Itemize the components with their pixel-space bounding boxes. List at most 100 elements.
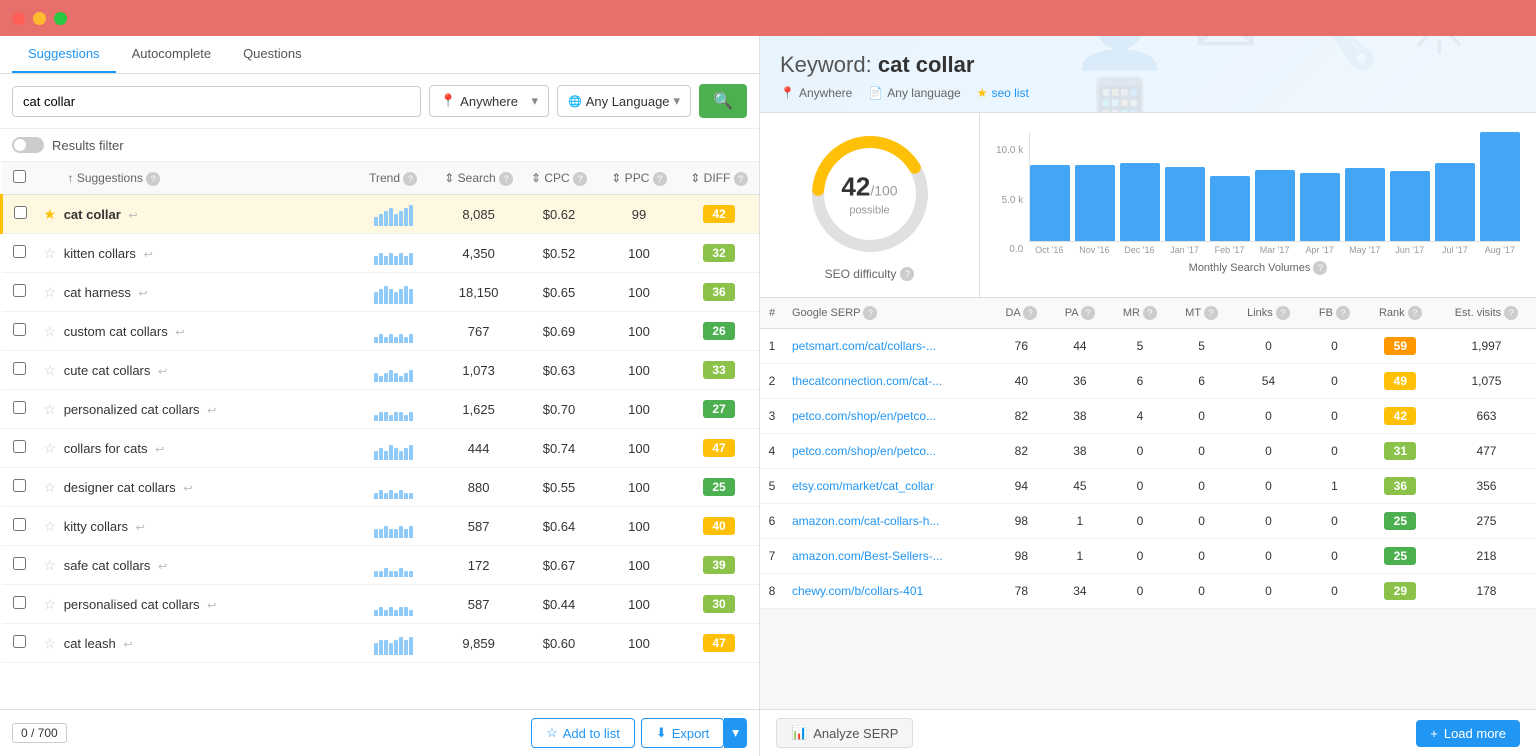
serp-visits: 1,075 <box>1437 364 1536 399</box>
favorite-star[interactable]: ☆ <box>44 401 57 417</box>
row-checkbox[interactable] <box>13 323 26 336</box>
trend-bar <box>389 334 393 343</box>
seo-info-icon[interactable]: ? <box>900 267 914 281</box>
export-dropdown-button[interactable]: ▾ <box>724 718 747 748</box>
favorite-star[interactable]: ☆ <box>44 518 57 534</box>
row-checkbox[interactable] <box>13 635 26 648</box>
serp-mr: 6 <box>1109 364 1171 399</box>
serp-table-container[interactable]: # Google SERP ? DA ? PA ? MR ? MT ? Link… <box>760 298 1536 709</box>
serp-url-link[interactable]: etsy.com/market/cat_collar <box>792 479 934 493</box>
seo-score: 42 <box>841 172 870 202</box>
serp-url-link[interactable]: amazon.com/Best-Sellers-... <box>792 549 943 563</box>
favorite-star[interactable]: ☆ <box>44 362 57 378</box>
serp-url-link[interactable]: petco.com/shop/en/petco... <box>792 444 936 458</box>
serp-fb: 1 <box>1305 469 1364 504</box>
serp-da: 82 <box>992 434 1051 469</box>
keyword-link-icon[interactable]: ↩ <box>175 327 184 339</box>
row-checkbox[interactable] <box>13 245 26 258</box>
analyze-serp-button[interactable]: 📊 Analyze SERP <box>776 718 913 748</box>
serp-fb: 0 <box>1305 399 1364 434</box>
serp-diff-badge: 59 <box>1384 337 1416 355</box>
seo-difficulty-label: SEO difficulty ? <box>825 267 915 281</box>
keyword-link-icon[interactable]: ↩ <box>123 639 132 651</box>
row-checkbox[interactable] <box>13 518 26 531</box>
row-checkbox[interactable] <box>13 284 26 297</box>
suggestion-cell: ☆ kitten collars ↩ <box>38 234 349 273</box>
select-all-checkbox[interactable] <box>13 170 26 183</box>
chart-info-icon[interactable]: ? <box>1313 261 1327 275</box>
minimize-button[interactable] <box>33 12 46 25</box>
search-input[interactable] <box>12 86 421 117</box>
keyword-link-icon[interactable]: ↩ <box>207 405 216 417</box>
favorite-star[interactable]: ☆ <box>44 596 57 612</box>
add-to-list-button[interactable]: ☆ Add to list <box>531 718 635 748</box>
row-checkbox-cell <box>2 585 38 624</box>
ppc-cell: 100 <box>599 234 679 273</box>
ppc-cell: 99 <box>599 195 679 234</box>
serp-diff-badge: 25 <box>1384 547 1416 565</box>
search-button[interactable]: 🔍 <box>699 84 747 118</box>
meta-seo-list[interactable]: ★ seo list <box>977 86 1029 100</box>
favorite-star[interactable]: ☆ <box>44 557 57 573</box>
serp-table-row: 3 petco.com/shop/en/petco... 82 38 4 0 0… <box>760 399 1536 434</box>
keyword-link-icon[interactable]: ↩ <box>144 249 153 261</box>
favorite-star[interactable]: ★ <box>44 206 57 222</box>
row-checkbox[interactable] <box>13 479 26 492</box>
favorite-star[interactable]: ☆ <box>44 635 57 651</box>
serp-mr: 4 <box>1109 399 1171 434</box>
tab-questions[interactable]: Questions <box>227 36 318 73</box>
favorite-star[interactable]: ☆ <box>44 479 57 495</box>
search-vol-cell: 587 <box>438 585 519 624</box>
serp-url-link[interactable]: amazon.com/cat-collars-h... <box>792 514 939 528</box>
star-icon-meta: ★ <box>977 86 988 100</box>
maximize-button[interactable] <box>54 12 67 25</box>
close-button[interactable] <box>12 12 25 25</box>
keyword-link-icon[interactable]: ↩ <box>139 288 148 300</box>
keyword-link-icon[interactable]: ↩ <box>158 366 167 378</box>
chart-box: 10.0 k 5.0 k 0.0 Oct '16Nov '16Dec '16Ja… <box>980 113 1536 297</box>
row-checkbox[interactable] <box>14 206 27 219</box>
export-button[interactable]: ⬇ Export <box>641 718 724 748</box>
ppc-cell: 100 <box>599 273 679 312</box>
trend-bar <box>389 445 393 460</box>
trend-bar <box>404 607 408 616</box>
favorite-star[interactable]: ☆ <box>44 323 57 339</box>
tab-suggestions[interactable]: Suggestions <box>12 36 116 73</box>
serp-url-link[interactable]: petsmart.com/cat/collars-... <box>792 339 936 353</box>
row-checkbox[interactable] <box>13 557 26 570</box>
row-checkbox[interactable] <box>13 440 26 453</box>
serp-url-link[interactable]: thecatconnection.com/cat-... <box>792 374 942 388</box>
keyword-link-icon[interactable]: ↩ <box>136 522 145 534</box>
serp-rank: 3 <box>760 399 784 434</box>
load-more-button[interactable]: + Load more <box>1416 720 1520 747</box>
keyword-link-icon[interactable]: ↩ <box>158 561 167 573</box>
filter-label[interactable]: Results filter <box>52 138 124 153</box>
chart-x-label: Jun '17 <box>1390 245 1430 255</box>
language-select[interactable]: 🌐 Any Language ▾ <box>557 85 691 117</box>
trend-bar <box>404 208 408 226</box>
location-select[interactable]: 📍 Anywhere ▾ <box>429 85 549 117</box>
serp-table-row: 4 petco.com/shop/en/petco... 82 38 0 0 0… <box>760 434 1536 469</box>
keyword-link-icon[interactable]: ↩ <box>183 483 192 495</box>
trend-bar <box>379 214 383 226</box>
row-checkbox[interactable] <box>13 596 26 609</box>
serp-links: 0 <box>1232 539 1305 574</box>
favorite-star[interactable]: ☆ <box>44 245 57 261</box>
suggestion-cell: ☆ cat harness ↩ <box>38 273 349 312</box>
serp-diff-badge: 49 <box>1384 372 1416 390</box>
keyword-link-icon[interactable]: ↩ <box>128 210 137 222</box>
keyword-header: 👤 ✉ 🔧 ☀ 📱 Keyword: cat collar 📍 Anywhere… <box>760 36 1536 113</box>
serp-table-row: 2 thecatconnection.com/cat-... 40 36 6 6… <box>760 364 1536 399</box>
serp-url-link[interactable]: petco.com/shop/en/petco... <box>792 409 936 423</box>
tab-autocomplete[interactable]: Autocomplete <box>116 36 228 73</box>
favorite-star[interactable]: ☆ <box>44 440 57 456</box>
keyword-link-icon[interactable]: ↩ <box>207 600 216 612</box>
col-header-search: ⇕ Search ? <box>438 162 519 195</box>
serp-url-link[interactable]: chewy.com/b/collars-401 <box>792 584 923 598</box>
row-checkbox[interactable] <box>13 401 26 414</box>
row-checkbox[interactable] <box>13 362 26 375</box>
filter-toggle[interactable] <box>12 137 44 153</box>
favorite-star[interactable]: ☆ <box>44 284 57 300</box>
keyword-link-icon[interactable]: ↩ <box>155 444 164 456</box>
suggestion-cell: ☆ collars for cats ↩ <box>38 429 349 468</box>
